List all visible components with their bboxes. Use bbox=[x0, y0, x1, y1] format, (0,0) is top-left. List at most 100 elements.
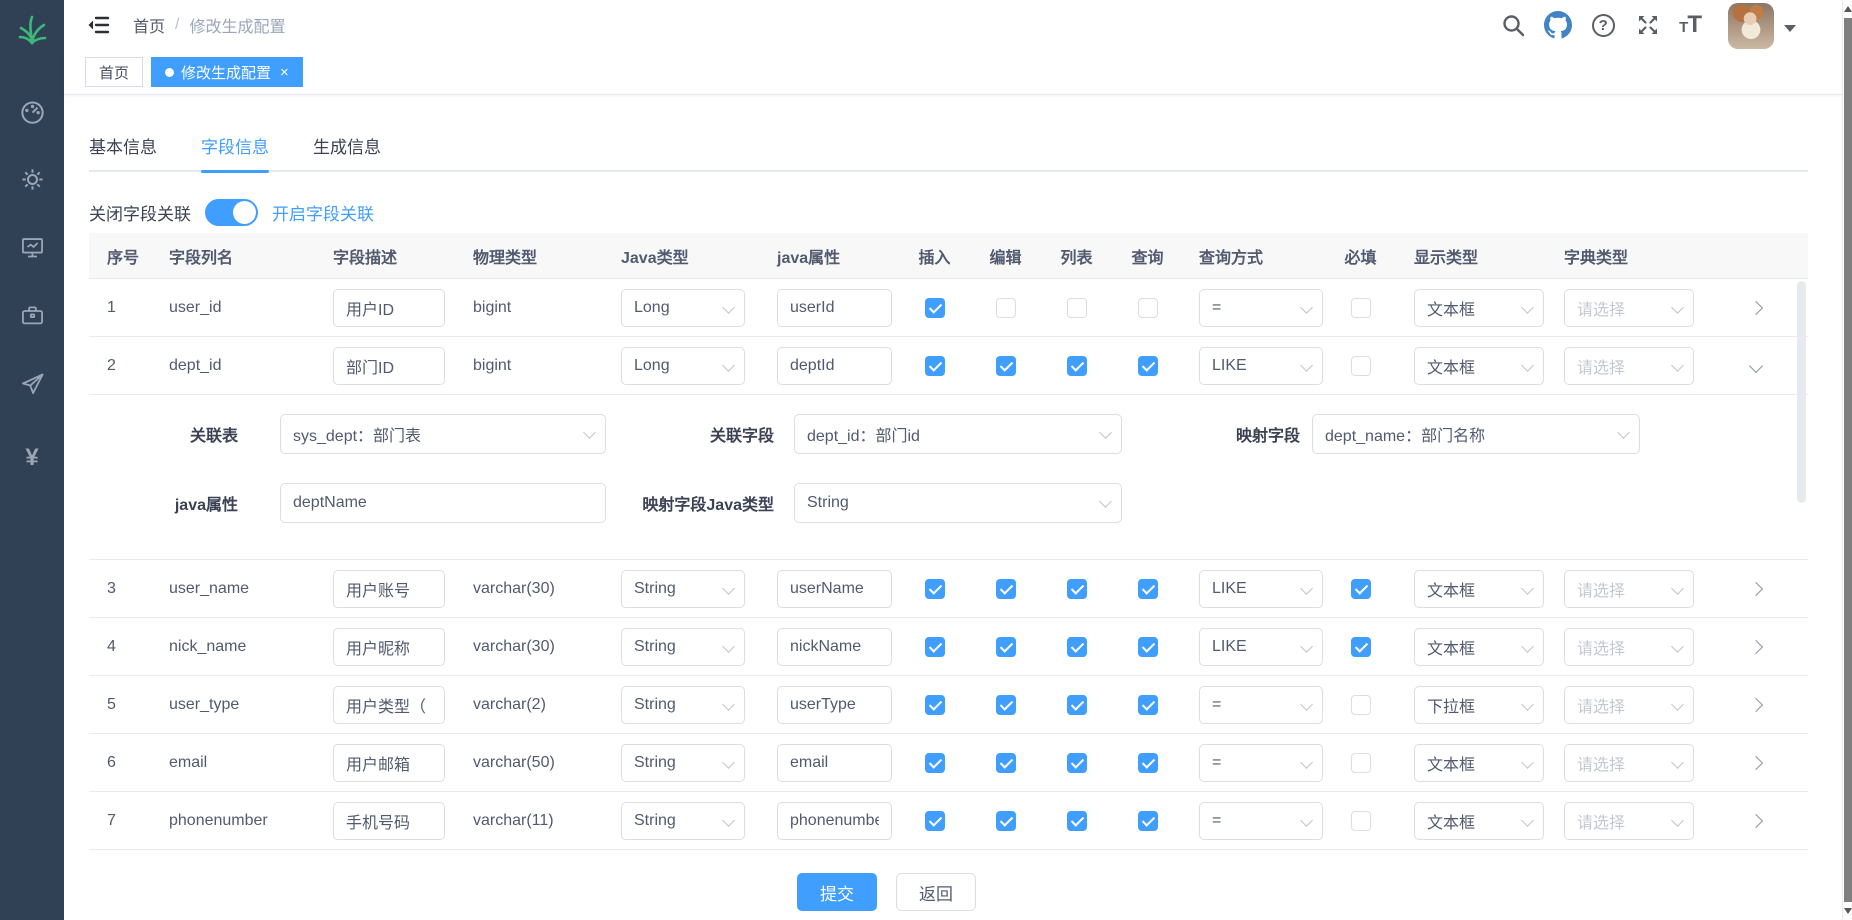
list-checkbox[interactable] bbox=[1067, 579, 1087, 599]
java-type-select[interactable]: String bbox=[621, 802, 745, 840]
font-size-icon[interactable]: TT bbox=[1679, 11, 1701, 39]
tag-1[interactable]: 修改生成配置× bbox=[151, 57, 303, 87]
query-type-select[interactable]: = bbox=[1199, 744, 1323, 782]
fullscreen-icon[interactable] bbox=[1634, 11, 1662, 39]
column-desc-input[interactable] bbox=[333, 686, 445, 724]
html-type-select[interactable]: 文本框 bbox=[1414, 802, 1544, 840]
linkage-select[interactable]: dept_name：部门名称 bbox=[1312, 414, 1640, 454]
required-checkbox[interactable] bbox=[1351, 579, 1371, 599]
back-button[interactable]: 返回 bbox=[896, 873, 976, 911]
sidebar-item-pay[interactable]: ¥ bbox=[0, 424, 64, 492]
relation-switch[interactable] bbox=[205, 199, 258, 226]
query-checkbox[interactable] bbox=[1138, 298, 1158, 318]
list-checkbox[interactable] bbox=[1067, 298, 1087, 318]
insert-checkbox[interactable] bbox=[925, 753, 945, 773]
query-type-select[interactable]: = bbox=[1199, 289, 1323, 327]
insert-checkbox[interactable] bbox=[925, 811, 945, 831]
query-checkbox[interactable] bbox=[1138, 579, 1158, 599]
user-menu[interactable] bbox=[1728, 1, 1796, 49]
java-field-input[interactable] bbox=[777, 347, 892, 385]
query-checkbox[interactable] bbox=[1138, 695, 1158, 715]
java-type-select[interactable]: String bbox=[621, 570, 745, 608]
expand-row-icon[interactable] bbox=[1749, 639, 1763, 653]
dict-type-select[interactable]: 请选择 bbox=[1564, 628, 1694, 666]
dict-type-select[interactable]: 请选择 bbox=[1564, 802, 1694, 840]
required-checkbox[interactable] bbox=[1351, 298, 1371, 318]
expand-row-icon[interactable] bbox=[1749, 755, 1763, 769]
tab-2[interactable]: 生成信息 bbox=[313, 121, 381, 172]
column-desc-input[interactable] bbox=[333, 744, 445, 782]
query-type-select[interactable]: = bbox=[1199, 686, 1323, 724]
linkage-select[interactable]: sys_dept：部门表 bbox=[280, 414, 606, 454]
java-type-select[interactable]: String bbox=[621, 628, 745, 666]
html-type-select[interactable]: 文本框 bbox=[1414, 628, 1544, 666]
query-type-select[interactable]: = bbox=[1199, 802, 1323, 840]
java-type-select[interactable]: String bbox=[621, 744, 745, 782]
edit-checkbox[interactable] bbox=[996, 811, 1016, 831]
query-checkbox[interactable] bbox=[1138, 753, 1158, 773]
browser-scrollbar[interactable] bbox=[1842, 0, 1852, 920]
java-field-input[interactable] bbox=[777, 289, 892, 327]
query-checkbox[interactable] bbox=[1138, 811, 1158, 831]
sidebar-item-monitor[interactable] bbox=[0, 216, 64, 284]
sidebar-item-guide[interactable] bbox=[0, 352, 64, 420]
table-scrollbar-thumb[interactable] bbox=[1797, 281, 1806, 503]
java-field-input[interactable] bbox=[777, 628, 892, 666]
column-desc-input[interactable] bbox=[333, 628, 445, 666]
query-checkbox[interactable] bbox=[1138, 637, 1158, 657]
list-checkbox[interactable] bbox=[1067, 811, 1087, 831]
query-type-select[interactable]: LIKE bbox=[1199, 570, 1323, 608]
edit-checkbox[interactable] bbox=[996, 637, 1016, 657]
scrollbar-up-arrow[interactable] bbox=[1844, 6, 1852, 12]
insert-checkbox[interactable] bbox=[925, 579, 945, 599]
breadcrumb-home[interactable]: 首页 bbox=[133, 13, 165, 37]
sidebar-toggle-icon[interactable] bbox=[85, 12, 111, 38]
html-type-select[interactable]: 文本框 bbox=[1414, 744, 1544, 782]
html-type-select[interactable]: 文本框 bbox=[1414, 289, 1544, 327]
column-desc-input[interactable] bbox=[333, 289, 445, 327]
required-checkbox[interactable] bbox=[1351, 753, 1371, 773]
tag-0[interactable]: 首页 bbox=[85, 57, 143, 87]
expand-row-icon[interactable] bbox=[1749, 300, 1763, 314]
java-field-input[interactable] bbox=[777, 802, 892, 840]
sidebar-item-tool[interactable] bbox=[0, 284, 64, 352]
query-checkbox[interactable] bbox=[1138, 356, 1158, 376]
collapse-row-icon[interactable] bbox=[1749, 358, 1763, 372]
scrollbar-down-arrow[interactable] bbox=[1844, 908, 1852, 914]
column-desc-input[interactable] bbox=[333, 347, 445, 385]
dict-type-select[interactable]: 请选择 bbox=[1564, 744, 1694, 782]
insert-checkbox[interactable] bbox=[925, 637, 945, 657]
insert-checkbox[interactable] bbox=[925, 298, 945, 318]
edit-checkbox[interactable] bbox=[996, 753, 1016, 773]
java-type-select[interactable]: Long bbox=[621, 289, 745, 327]
html-type-select[interactable]: 文本框 bbox=[1414, 570, 1544, 608]
submit-button[interactable]: 提交 bbox=[797, 873, 877, 911]
linkage-select[interactable]: String bbox=[794, 483, 1122, 523]
github-icon[interactable] bbox=[1544, 11, 1572, 39]
edit-checkbox[interactable] bbox=[996, 579, 1016, 599]
java-type-select[interactable]: String bbox=[621, 686, 745, 724]
html-type-select[interactable]: 下拉框 bbox=[1414, 686, 1544, 724]
user-avatar[interactable] bbox=[1728, 3, 1774, 49]
list-checkbox[interactable] bbox=[1067, 637, 1087, 657]
java-field-input[interactable] bbox=[777, 570, 892, 608]
edit-checkbox[interactable] bbox=[996, 298, 1016, 318]
column-desc-input[interactable] bbox=[333, 802, 445, 840]
expand-row-icon[interactable] bbox=[1749, 813, 1763, 827]
insert-checkbox[interactable] bbox=[925, 695, 945, 715]
java-type-select[interactable]: Long bbox=[621, 347, 745, 385]
sidebar-item-dashboard[interactable] bbox=[0, 80, 64, 148]
sidebar-item-system[interactable] bbox=[0, 148, 64, 216]
list-checkbox[interactable] bbox=[1067, 753, 1087, 773]
insert-checkbox[interactable] bbox=[925, 356, 945, 376]
tag-close-icon[interactable]: × bbox=[280, 64, 289, 81]
query-type-select[interactable]: LIKE bbox=[1199, 628, 1323, 666]
tab-1[interactable]: 字段信息 bbox=[201, 121, 269, 172]
html-type-select[interactable]: 文本框 bbox=[1414, 347, 1544, 385]
linkage-input[interactable] bbox=[280, 483, 606, 523]
dict-type-select[interactable]: 请选择 bbox=[1564, 347, 1694, 385]
required-checkbox[interactable] bbox=[1351, 695, 1371, 715]
edit-checkbox[interactable] bbox=[996, 695, 1016, 715]
search-icon[interactable] bbox=[1499, 11, 1527, 39]
linkage-select[interactable]: dept_id：部门id bbox=[794, 414, 1122, 454]
